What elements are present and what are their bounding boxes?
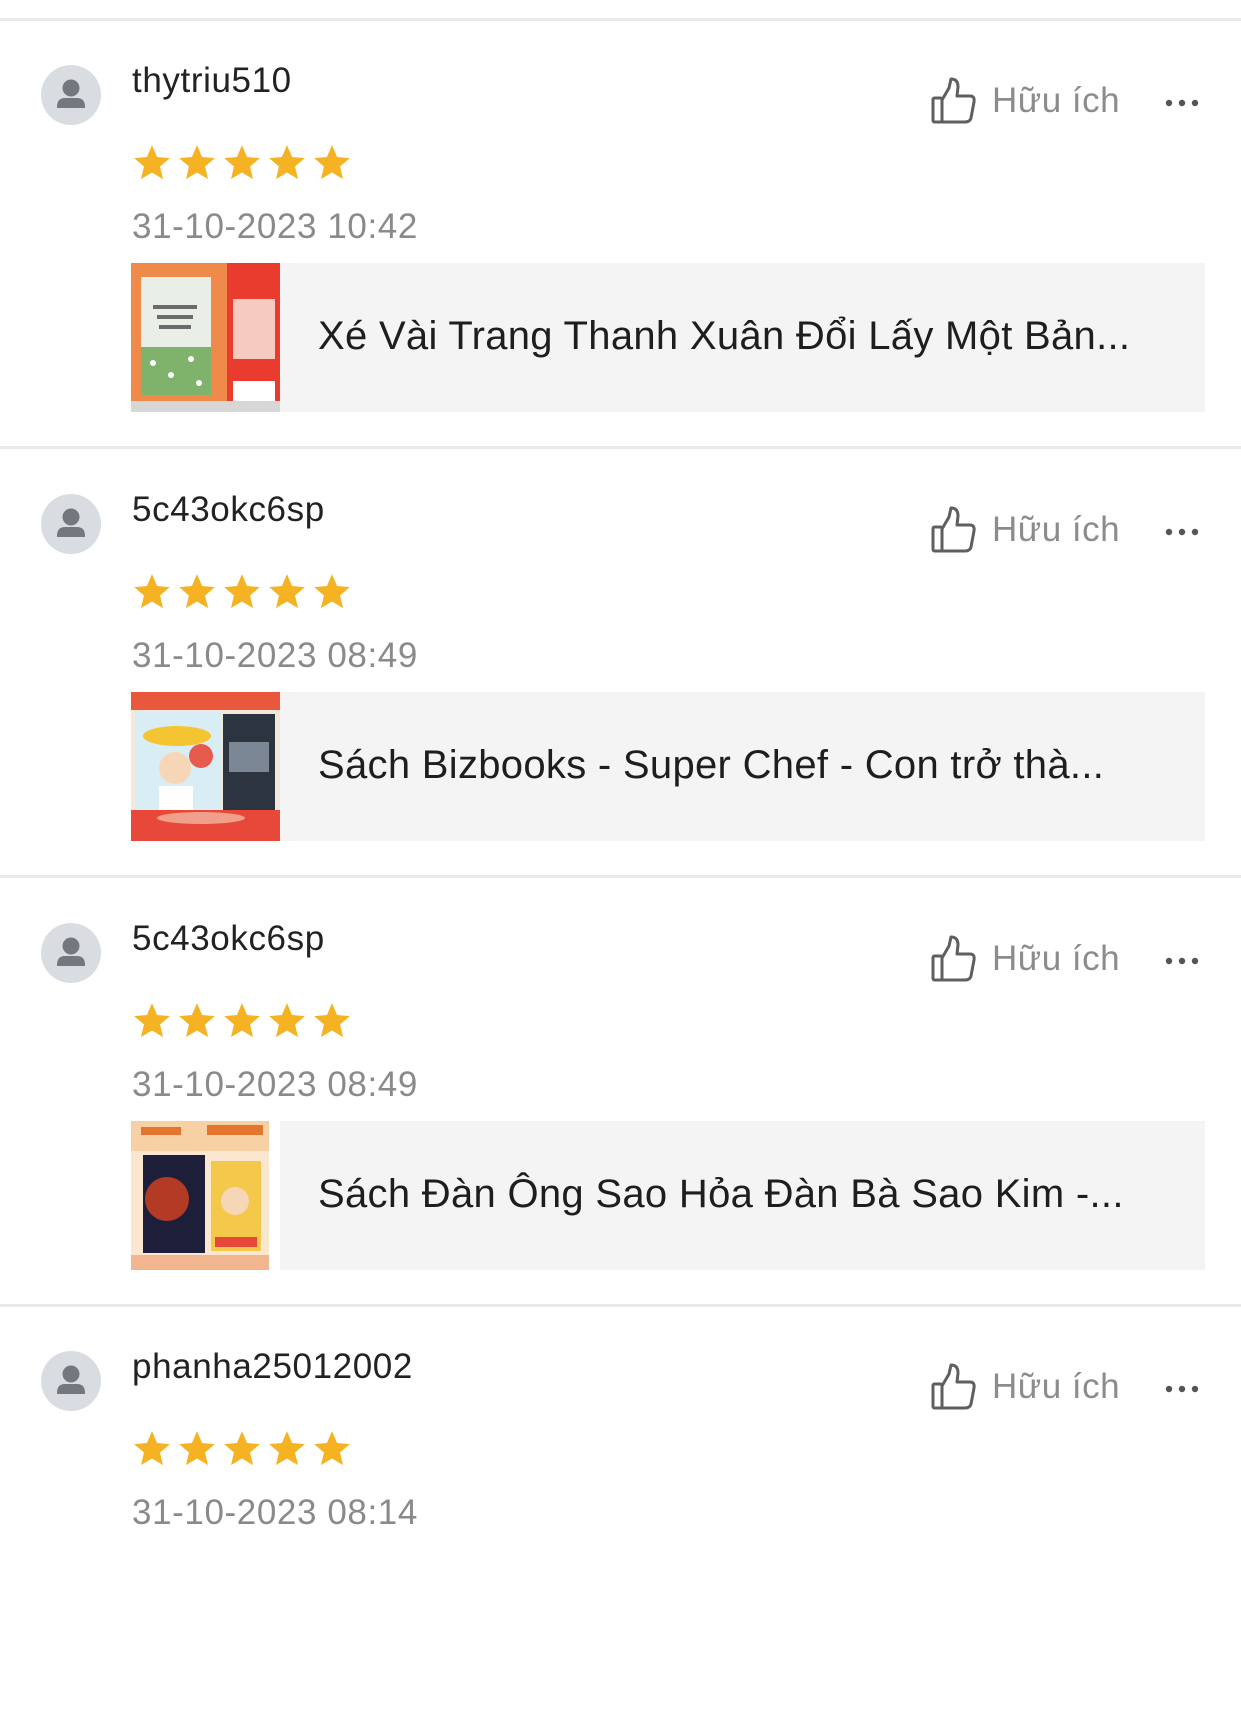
star-icon	[221, 1000, 263, 1042]
reviewer-username[interactable]: thytriu510	[132, 59, 292, 103]
more-dots-icon	[1165, 957, 1199, 965]
star-rating	[131, 1000, 353, 1042]
review-timestamp: 31-10-2023 08:49	[132, 1065, 418, 1104]
star-icon	[131, 1000, 173, 1042]
star-icon	[266, 1000, 308, 1042]
review-timestamp: 31-10-2023 08:14	[132, 1493, 418, 1532]
review-divider	[0, 875, 1241, 878]
helpful-button[interactable]: Hữu ích	[930, 502, 1120, 558]
star-icon	[221, 571, 263, 613]
reviewer-username[interactable]: phanha25012002	[132, 1345, 413, 1389]
more-options-button[interactable]	[1158, 1369, 1206, 1409]
star-icon	[266, 1428, 308, 1470]
product-card[interactable]: Sách Bizbooks - Super Chef - Con trở thà…	[131, 692, 1205, 841]
star-icon	[311, 142, 353, 184]
product-thumbnail	[131, 1121, 280, 1270]
star-icon	[266, 571, 308, 613]
product-thumbnail	[131, 692, 280, 841]
helpful-label: Hữu ích	[992, 939, 1121, 978]
person-icon	[57, 937, 85, 966]
person-icon	[57, 79, 85, 108]
more-options-button[interactable]	[1158, 512, 1206, 552]
star-icon	[266, 142, 308, 184]
star-icon	[221, 142, 263, 184]
star-icon	[221, 1428, 263, 1470]
star-icon	[311, 1000, 353, 1042]
star-rating	[131, 571, 353, 613]
thumbs-up-icon	[931, 935, 976, 982]
star-rating	[131, 142, 353, 184]
avatar[interactable]	[41, 923, 101, 983]
star-icon	[311, 1428, 353, 1470]
star-icon	[176, 142, 218, 184]
product-title: Sách Đàn Ông Sao Hỏa Đàn Bà Sao Kim -...	[318, 1172, 1124, 1216]
star-icon	[131, 1428, 173, 1470]
review-item: thytriu510 31-10-2023 10:42 Hữu ích Xé V…	[0, 21, 1241, 449]
person-icon	[57, 508, 85, 537]
star-icon	[176, 1428, 218, 1470]
star-icon	[176, 1000, 218, 1042]
avatar[interactable]	[41, 494, 101, 554]
product-title: Xé Vài Trang Thanh Xuân Đổi Lấy Một Bản.…	[318, 314, 1131, 358]
more-dots-icon	[1165, 99, 1199, 107]
review-item: 5c43okc6sp 31-10-2023 08:49 Hữu ích Sách…	[0, 879, 1241, 1307]
helpful-label: Hữu ích	[992, 81, 1121, 120]
avatar[interactable]	[41, 1351, 101, 1411]
helpful-button[interactable]: Hữu ích	[930, 931, 1120, 987]
more-dots-icon	[1165, 528, 1199, 536]
star-icon	[176, 571, 218, 613]
reviewer-username[interactable]: 5c43okc6sp	[132, 488, 325, 532]
review-item: phanha25012002 31-10-2023 08:14 Hữu ích	[0, 1307, 1241, 1735]
star-rating	[131, 1428, 353, 1470]
product-title: Sách Bizbooks - Super Chef - Con trở thà…	[318, 743, 1105, 787]
thumbs-up-icon	[931, 506, 976, 553]
star-icon	[311, 571, 353, 613]
star-icon	[131, 571, 173, 613]
review-timestamp: 31-10-2023 10:42	[132, 207, 418, 246]
avatar[interactable]	[41, 65, 101, 125]
review-divider	[0, 446, 1241, 449]
person-icon	[57, 1365, 85, 1394]
helpful-label: Hữu ích	[992, 510, 1121, 549]
product-card[interactable]: Sách Đàn Ông Sao Hỏa Đàn Bà Sao Kim -...	[131, 1121, 1205, 1270]
more-dots-icon	[1165, 1385, 1199, 1393]
product-card[interactable]: Xé Vài Trang Thanh Xuân Đổi Lấy Một Bản.…	[131, 263, 1205, 412]
review-timestamp: 31-10-2023 08:49	[132, 636, 418, 675]
review-item: 5c43okc6sp 31-10-2023 08:49 Hữu ích Sách…	[0, 450, 1241, 878]
product-thumbnail	[131, 263, 280, 412]
thumbs-up-icon	[931, 1363, 976, 1410]
more-options-button[interactable]	[1158, 941, 1206, 981]
helpful-label: Hữu ích	[992, 1367, 1121, 1406]
thumbs-up-icon	[931, 77, 976, 124]
star-icon	[131, 142, 173, 184]
helpful-button[interactable]: Hữu ích	[930, 1359, 1120, 1415]
more-options-button[interactable]	[1158, 83, 1206, 123]
helpful-button[interactable]: Hữu ích	[930, 73, 1120, 129]
reviewer-username[interactable]: 5c43okc6sp	[132, 917, 325, 961]
